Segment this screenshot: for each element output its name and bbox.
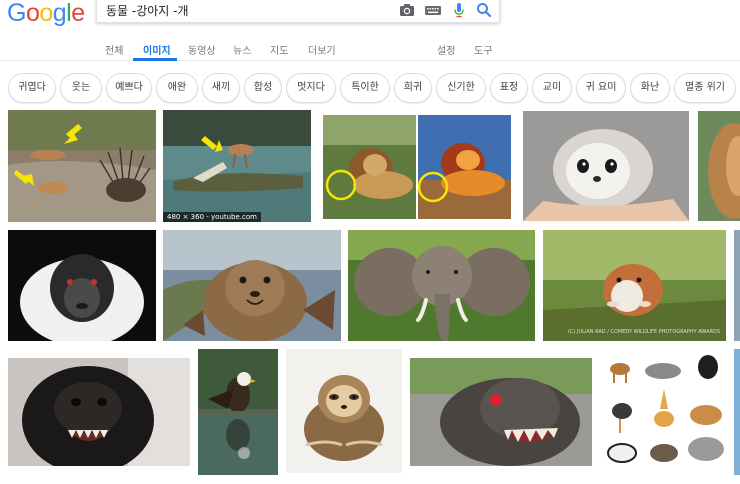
chip-composite[interactable]: 합성	[244, 73, 282, 103]
chip-adorable[interactable]: 귀 요미	[576, 73, 626, 103]
google-images-page: Google 동물 -강아지 -개 전체 이미지 동영상 뉴스 지도 더보기 설…	[0, 0, 740, 484]
chip-baby[interactable]: 새끼	[202, 73, 240, 103]
image-sloth[interactable]	[286, 349, 402, 473]
chip-unusual[interactable]: 특이한	[340, 73, 390, 103]
logo-letter: o	[25, 0, 40, 27]
image-gorilla[interactable]	[8, 358, 190, 466]
search-box[interactable]: 동물 -강아지 -개	[96, 0, 500, 23]
image-monkey[interactable]	[8, 230, 156, 341]
chip-pretty[interactable]: 예쁘다	[106, 73, 152, 103]
image-elephant[interactable]	[348, 230, 535, 341]
logo-letter: g	[52, 0, 67, 27]
active-tab-indicator	[133, 58, 177, 61]
tab-news[interactable]: 뉴스	[233, 42, 251, 57]
image-bird-partial[interactable]	[698, 111, 740, 221]
keyboard-icon[interactable]	[424, 2, 442, 18]
chip-pet[interactable]: 애완	[156, 73, 198, 103]
chip-expression[interactable]: 표정	[490, 73, 528, 103]
search-icon[interactable]	[475, 2, 493, 18]
image-watermark: (C) JULIAN RAD / COMEDY WILDLIFE PHOTOGR…	[567, 329, 720, 335]
chip-cute[interactable]: 귀엽다	[8, 73, 56, 103]
chip-endangered[interactable]: 멸종 위기	[674, 73, 736, 103]
image-lion-lionking[interactable]	[323, 115, 511, 219]
chip-mating[interactable]: 교미	[532, 73, 572, 103]
image-hedgehog[interactable]	[523, 111, 689, 221]
image-partial-edge-2[interactable]	[734, 349, 740, 475]
chip-angry[interactable]: 화난	[630, 73, 670, 103]
camera-icon[interactable]	[398, 2, 416, 18]
image-hamster[interactable]: (C) JULIAN RAD / COMEDY WILDLIFE PHOTOGR…	[543, 230, 726, 341]
settings-link[interactable]: 설정	[437, 42, 455, 57]
image-fox-porcupine[interactable]	[8, 110, 156, 222]
chip-rare[interactable]: 희귀	[394, 73, 432, 103]
chip-amazing[interactable]: 신기한	[436, 73, 486, 103]
image-caption: 480 × 360 - youtube.com	[163, 212, 261, 222]
logo-letter: o	[39, 0, 53, 27]
suggestion-chips: 귀엽다 웃는 예쁘다 애완 새끼 합성 멋지다 특이한 희귀 신기한 표정 교미…	[0, 70, 740, 106]
tab-maps[interactable]: 지도	[270, 42, 288, 57]
search-input[interactable]: 동물 -강아지 -개	[106, 2, 189, 19]
image-monster-toy[interactable]	[410, 358, 592, 466]
tab-all[interactable]: 전체	[105, 42, 123, 57]
tab-videos[interactable]: 동영상	[188, 42, 216, 57]
image-crocodile-deer[interactable]: 480 × 360 - youtube.com	[163, 110, 311, 222]
chip-smiling[interactable]: 웃는	[60, 73, 102, 103]
logo-letter: G	[7, 0, 26, 27]
image-eagle[interactable]	[198, 349, 278, 475]
tab-more[interactable]: 더보기	[308, 42, 336, 57]
image-partial-edge[interactable]	[734, 230, 740, 341]
logo-letter: e	[71, 0, 85, 27]
image-animal-chart[interactable]	[600, 349, 727, 475]
microphone-icon[interactable]	[450, 2, 468, 18]
tab-images[interactable]: 이미지	[143, 42, 171, 57]
google-logo[interactable]: Google	[7, 0, 87, 26]
chip-cool[interactable]: 멋지다	[286, 73, 336, 103]
image-quokka[interactable]	[163, 230, 341, 341]
search-nav: 전체 이미지 동영상 뉴스 지도 더보기 설정 도구	[0, 39, 740, 61]
tools-link[interactable]: 도구	[474, 42, 492, 57]
